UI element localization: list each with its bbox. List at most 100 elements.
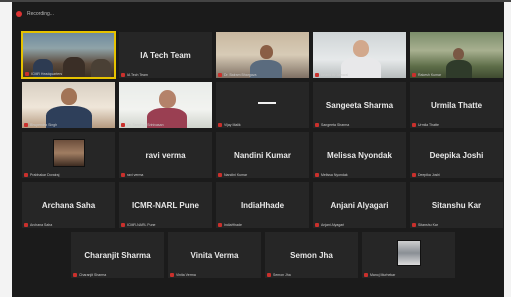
participant-label: Rakesh Kumar: [418, 73, 442, 77]
mic-muted-icon: [170, 273, 174, 277]
tile-footer: Dr. Balram Bhargava: [218, 73, 257, 77]
mic-muted-icon: [121, 123, 125, 127]
participant-name: Nandini Kumar: [234, 151, 291, 161]
participant-tile[interactable]: Melissa Nyondak Melissa Nyondak: [312, 131, 407, 179]
participant-avatar: [52, 139, 85, 167]
participant-tile[interactable]: Archana Saha Archana Saha: [21, 181, 116, 229]
tile-footer: Deepika Joshi: [412, 173, 440, 177]
meeting-window: Recording... ICMR Headquarters IA Tech T…: [0, 0, 511, 297]
tile-footer: ICMR Headquarters: [25, 72, 62, 76]
right-margin: [504, 2, 511, 297]
mic-muted-icon: [412, 73, 416, 77]
mic-muted-icon: [73, 273, 77, 277]
participant-name: Deepika Joshi: [429, 151, 484, 161]
participant-tile[interactable]: Nandini Kumar Nandini Kumar: [215, 131, 310, 179]
tile-footer: Vijay Malik: [218, 123, 241, 127]
tile-footer: Melissa Nyondak: [315, 173, 348, 177]
tile-footer: Bhupendra Singh: [24, 123, 57, 127]
participant-tile[interactable]: Rakesh Kumar: [409, 31, 504, 79]
participant-tile[interactable]: Sitanshu Kar Sitanshu Kar: [409, 181, 504, 229]
participant-tile[interactable]: Vinita Verma Vinita Verma: [167, 231, 262, 279]
participant-tile[interactable]: Vijay Malik: [215, 81, 310, 129]
tile-footer: Charanjit Sharma: [73, 273, 106, 277]
mic-muted-icon: [121, 223, 125, 227]
participant-tile[interactable]: ICMR Headquarters: [21, 31, 116, 79]
tile-footer: IndiaHhade: [218, 223, 242, 227]
participant-name: ICMR-NARL Pune: [132, 201, 199, 211]
participant-tile[interactable]: Anand Kr Jaiswal: [312, 31, 407, 79]
participant-tile[interactable]: ICMR-NARL Pune ICMR-NARL Pune: [118, 181, 213, 229]
mic-muted-icon: [218, 223, 222, 227]
participant-label: Archana Saha: [30, 223, 53, 227]
tile-footer: Anjani Alyagari: [315, 223, 344, 227]
participant-label: IndiaHhade: [224, 223, 242, 227]
mic-muted-icon: [315, 173, 319, 177]
participant-tile[interactable]: Charanjit Sharma Charanjit Sharma: [70, 231, 165, 279]
participant-head: [353, 40, 369, 57]
participant-tile[interactable]: Bhupendra Singh: [21, 81, 116, 129]
participant-name: Vinita Verma: [190, 251, 239, 261]
tile-footer: Dr. Sandhya Srinivasan: [121, 123, 164, 127]
mic-muted-icon: [24, 123, 28, 127]
participant-figure: [33, 59, 53, 77]
participant-name: ravi verma: [145, 151, 186, 161]
mic-muted-icon: [25, 72, 29, 76]
participant-tile[interactable]: Manoj Murhekar: [361, 231, 456, 279]
participant-avatar: [396, 240, 421, 266]
participant-tile[interactable]: IA Tech Team IA Tech Team: [118, 31, 213, 79]
participant-label: Prabhakar Dorairaj: [30, 173, 60, 177]
participant-label: Vijay Malik: [224, 123, 241, 127]
mic-muted-icon: [24, 173, 28, 177]
mic-muted-icon: [412, 223, 416, 227]
participant-label: Anand Kr Jaiswal: [321, 73, 349, 77]
participant-tile[interactable]: Sangeeta Sharma Sangeeta Sharma: [312, 81, 407, 129]
participant-tile[interactable]: Urmila Thatte Urmila Thatte: [409, 81, 504, 129]
participant-figure: [63, 57, 85, 77]
participant-tile[interactable]: Deepika Joshi Deepika Joshi: [409, 131, 504, 179]
participant-head: [159, 90, 176, 108]
participant-label: Deepika Joshi: [418, 173, 440, 177]
participant-label: ICMR-NARL Pune: [127, 223, 156, 227]
tile-footer: Sitanshu Kar: [412, 223, 438, 227]
tile-footer: Rakesh Kumar: [412, 73, 441, 77]
mic-muted-icon: [315, 73, 319, 77]
participant-name: IA Tech Team: [140, 51, 191, 61]
participant-label: Nandini Kumar: [224, 173, 248, 177]
participant-name: Anjani Alyagari: [330, 201, 389, 211]
recording-label: Recording...: [27, 11, 54, 17]
participant-label: Anjani Alyagari: [321, 223, 345, 227]
participant-tile[interactable]: Semon Jha Semon Jha: [264, 231, 359, 279]
tile-footer: Manoj Murhekar: [364, 273, 395, 277]
left-margin: [0, 2, 12, 297]
participant-label: Melissa Nyondak: [321, 173, 348, 177]
participant-tile[interactable]: Dr. Sandhya Srinivasan: [118, 81, 213, 129]
participant-name: Charanjit Sharma: [84, 251, 151, 261]
participant-name: Melissa Nyondak: [327, 151, 392, 161]
mic-muted-icon: [315, 223, 319, 227]
tile-footer: Urmila Thatte: [412, 123, 439, 127]
mic-muted-icon: [218, 123, 222, 127]
mic-muted-icon: [121, 73, 125, 77]
participant-tile[interactable]: Dr. Balram Bhargava: [215, 31, 310, 79]
mic-muted-icon: [412, 173, 416, 177]
tile-footer: Nandini Kumar: [218, 173, 247, 177]
participant-tile[interactable]: Anjani Alyagari Anjani Alyagari: [312, 181, 407, 229]
participant-label: ravi verma: [127, 173, 144, 177]
participant-label: Vinita Verma: [176, 273, 196, 277]
mic-muted-icon: [267, 273, 271, 277]
participant-tile[interactable]: ravi verma ravi verma: [118, 131, 213, 179]
participant-tile[interactable]: Prabhakar Dorairaj: [21, 131, 116, 179]
tile-footer: IA Tech Team: [121, 73, 148, 77]
participant-label: Sitanshu Kar: [418, 223, 439, 227]
tile-footer: Archana Saha: [24, 223, 52, 227]
participant-label: IA Tech Team: [127, 73, 148, 77]
participant-name: Semon Jha: [290, 251, 333, 261]
participant-label: Sangeeta Sharma: [321, 123, 350, 127]
participant-figure: [91, 59, 111, 77]
mic-muted-icon: [24, 223, 28, 227]
participant-tile[interactable]: IndiaHhade IndiaHhade: [215, 181, 310, 229]
participant-label: Manoj Murhekar: [370, 273, 396, 277]
screen-share-indicator: [257, 102, 276, 105]
tile-footer: Prabhakar Dorairaj: [24, 173, 59, 177]
tile-footer: Semon Jha: [267, 273, 291, 277]
